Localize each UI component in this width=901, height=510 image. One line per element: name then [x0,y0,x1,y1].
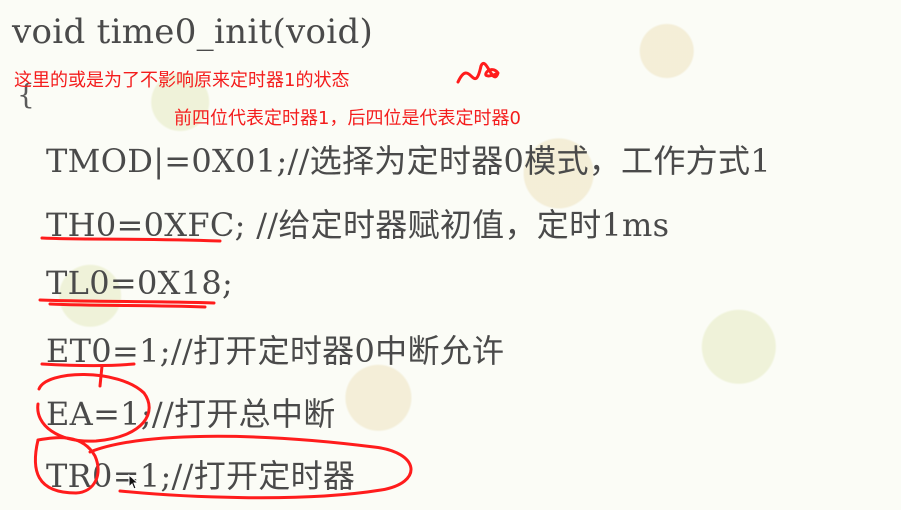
code-line-tr0: TR0=1;//打开定时器 [46,457,356,495]
code-line-ea: EA=1;//打开总中断 [46,395,336,433]
code-line-th0: TH0=0XFC; //给定时器赋初值，定时1ms [46,206,670,244]
code-line-et0: ET0=1;//打开定时器0中断允许 [46,332,505,370]
annotation-note-top: 这里的或是为了不影响原来定时器1的状态 [14,70,350,91]
function-signature: void time0_init(void) [12,12,374,52]
code-line-tmod: TMOD|=0X01;//选择为定时器0模式，工作方式1 [46,142,771,180]
code-line-tl0: TL0=0X18; [46,264,234,302]
annotation-note-middle: 前四位代表定时器1，后四位是代表定时器0 [174,108,521,129]
